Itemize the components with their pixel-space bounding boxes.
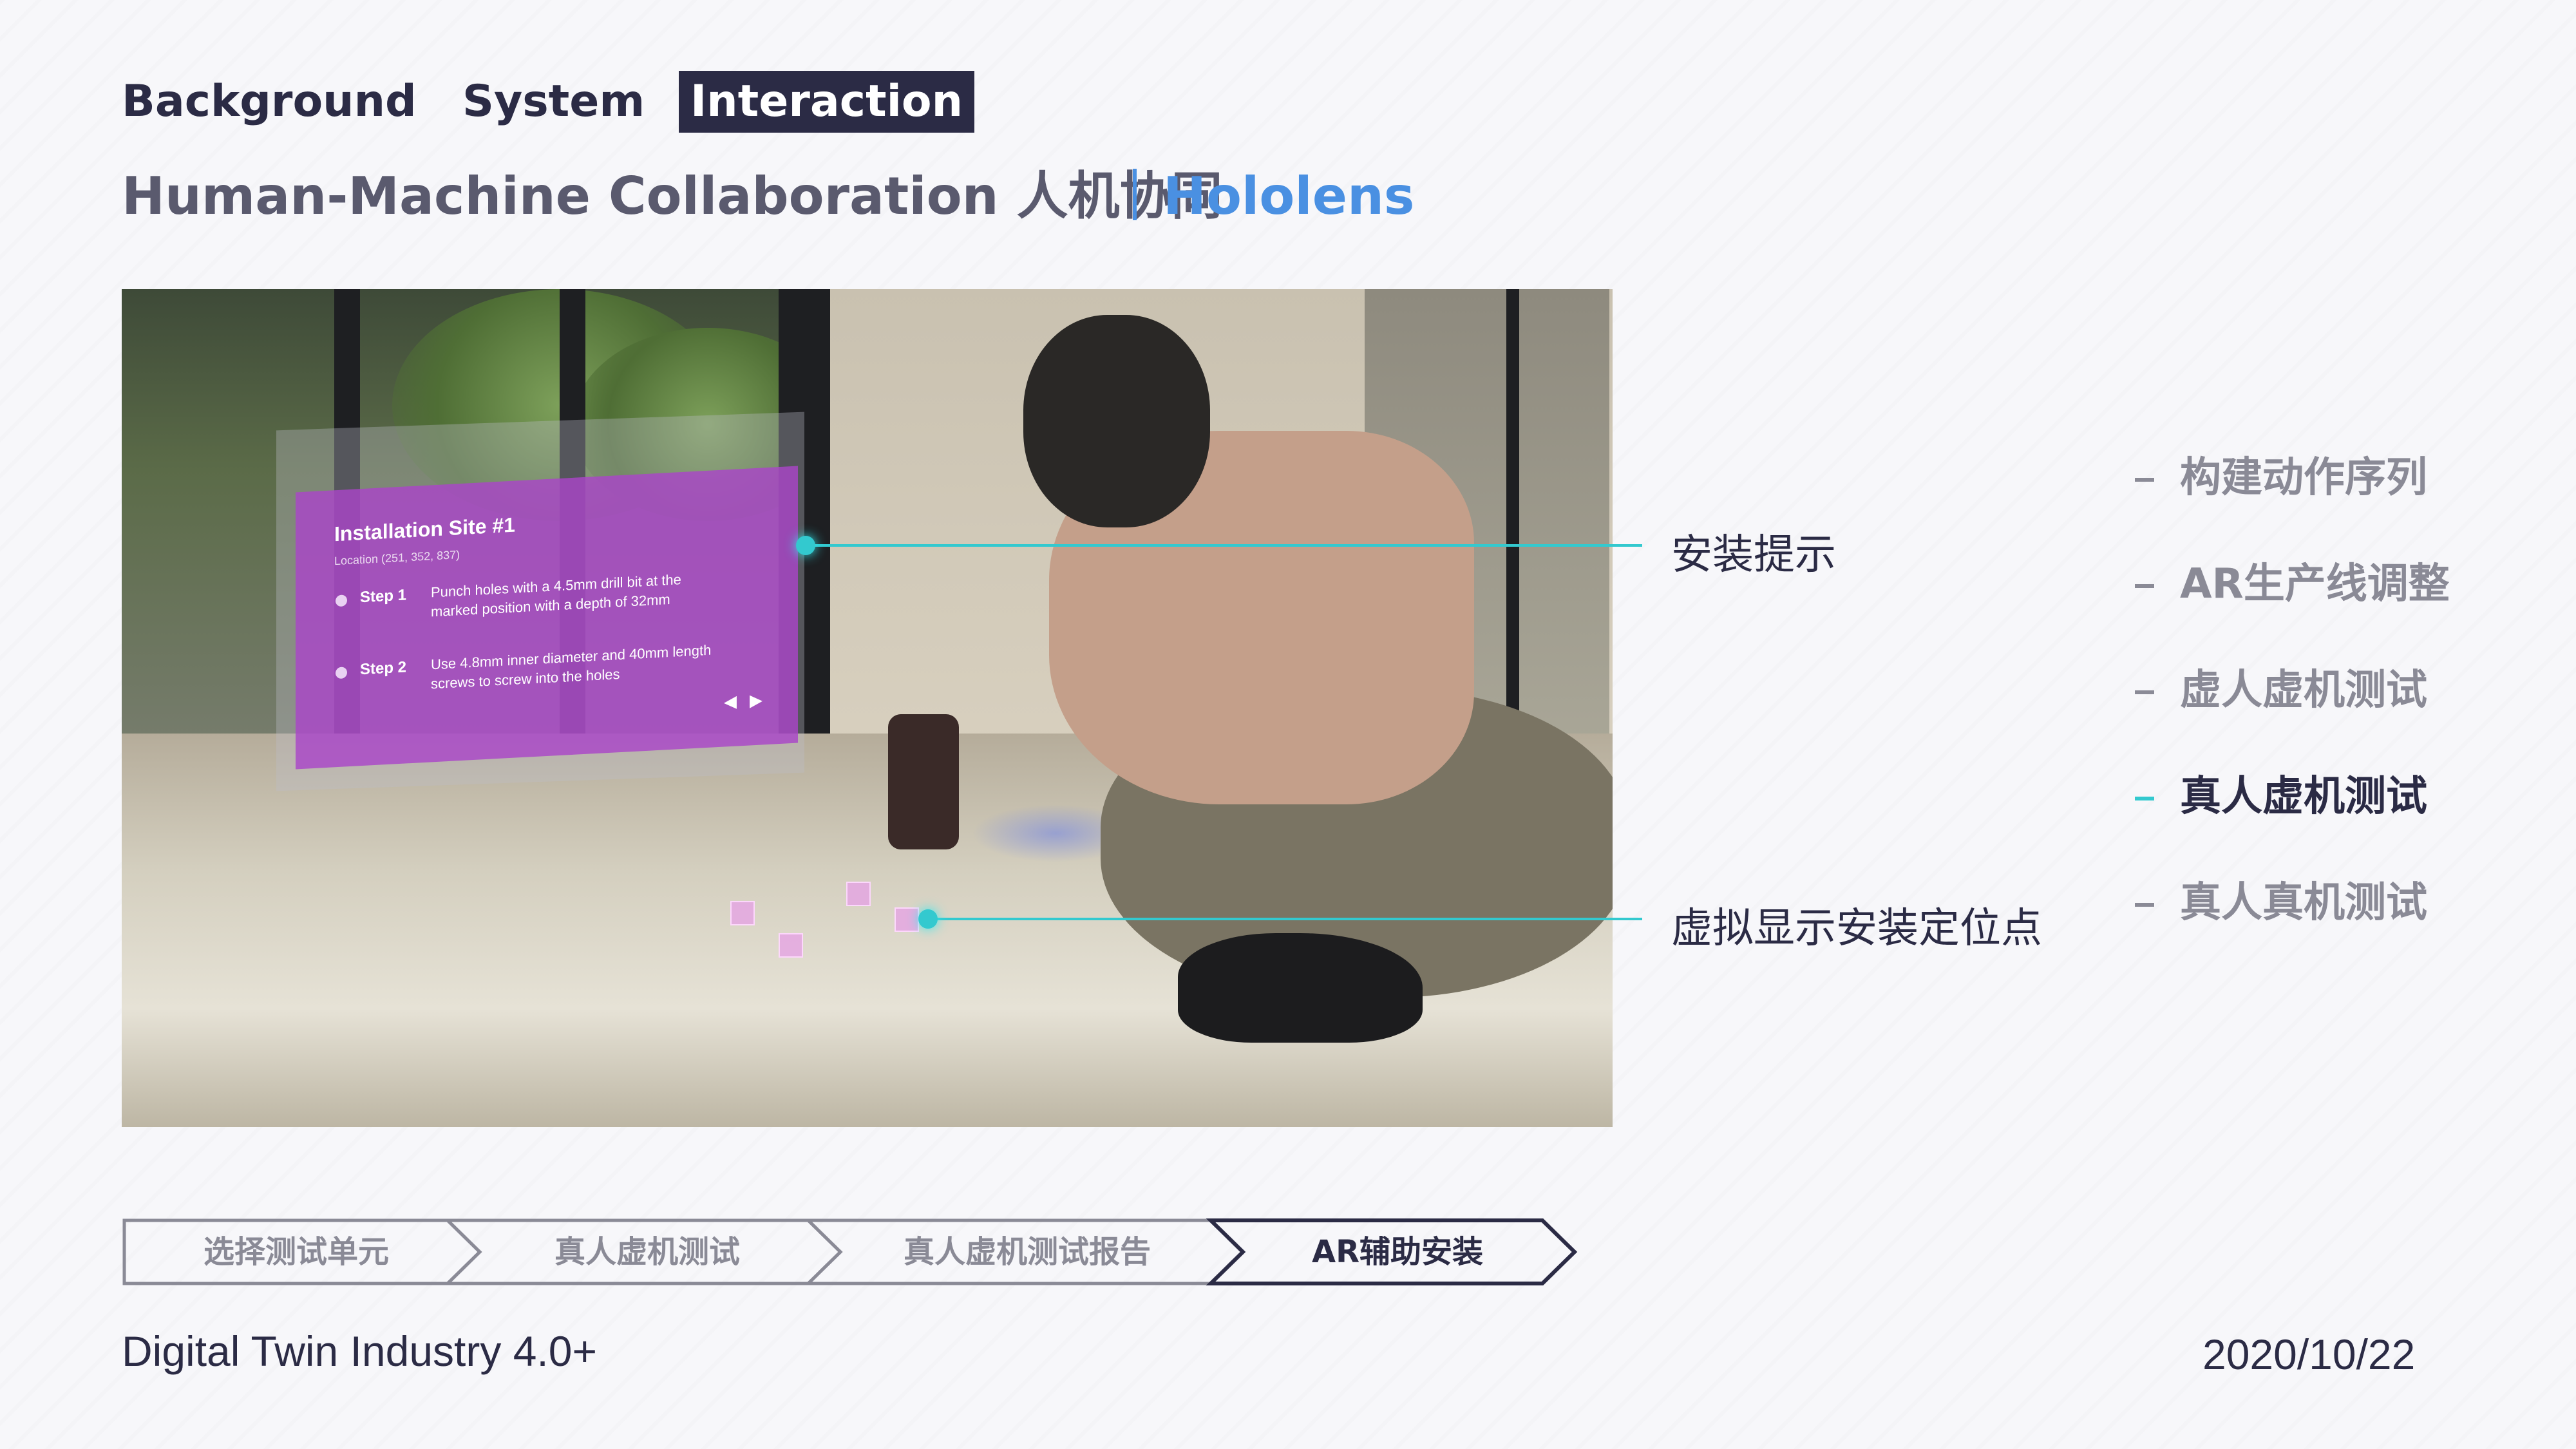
- step-ar-assisted-install[interactable]: AR辅助安装: [1246, 1218, 1549, 1285]
- ar-installation-panel: Installation Site #1 Location (251, 352,…: [296, 466, 798, 770]
- side-item-label: 真人虚机测试: [2180, 773, 2427, 820]
- side-item-label: AR生产线调整: [2180, 560, 2450, 608]
- subtitle-highlight: Hololens: [1163, 166, 1415, 226]
- tab-system[interactable]: System: [462, 71, 645, 133]
- ar-step-label: Step 1: [360, 586, 407, 607]
- callout-dot-hint: [796, 536, 815, 555]
- footer-date: 2020/10/22: [2202, 1331, 2416, 1378]
- ar-step-dot: [336, 667, 347, 679]
- side-item-real-real-test[interactable]: 真人真机测试: [2135, 877, 2427, 929]
- dash-icon: [2135, 690, 2154, 695]
- tab-interaction[interactable]: Interaction: [679, 71, 975, 133]
- callout-dot-locator: [918, 909, 938, 929]
- step-select-unit[interactable]: 选择测试单元: [135, 1218, 457, 1285]
- ar-prev-arrow-icon[interactable]: ◀: [724, 692, 737, 712]
- callout-line-locator: [927, 918, 1642, 920]
- ar-panel-location: Location (251, 352, 837): [334, 548, 460, 568]
- side-item-real-virtual-test[interactable]: 真人虚机测试: [2135, 771, 2427, 822]
- side-item-label: 构建动作序列: [2180, 454, 2427, 502]
- side-item-build-sequence[interactable]: 构建动作序列: [2135, 452, 2427, 504]
- side-item-ar-line-adjust[interactable]: AR生产线调整: [2135, 558, 2450, 610]
- callout-install-hint: 安装提示: [1671, 531, 1836, 579]
- tab-background[interactable]: Background: [122, 71, 417, 133]
- ar-panel-title: Installation Site #1: [334, 513, 515, 546]
- demo-photo: Installation Site #1 Location (251, 352,…: [122, 289, 1613, 1127]
- side-item-label: 虚人虚机测试: [2180, 667, 2427, 714]
- virtual-locator-cube: [846, 882, 871, 906]
- callout-line-hint: [805, 544, 1642, 547]
- ar-step-dot: [336, 594, 347, 607]
- ar-step-label: Step 2: [360, 658, 407, 679]
- page-subtitle: Human-Machine Collaboration 人机协同: [122, 166, 1223, 226]
- dash-icon: [2135, 903, 2154, 907]
- footer-brand: Digital Twin Industry 4.0+: [122, 1327, 597, 1375]
- step-real-virtual-test[interactable]: 真人虚机测试: [486, 1218, 808, 1285]
- side-item-label: 真人真机测试: [2180, 879, 2427, 927]
- virtual-locator-cube: [895, 907, 919, 932]
- callout-virtual-locator: 虚拟显示安装定位点: [1671, 905, 2042, 952]
- dash-icon: [2135, 478, 2154, 482]
- subtitle-divider: [1133, 169, 1137, 220]
- side-item-virtual-virtual-test[interactable]: 虚人虚机测试: [2135, 665, 2427, 716]
- virtual-locator-cube: [779, 933, 803, 958]
- photo-person-head: [1023, 315, 1210, 527]
- virtual-locator-cube: [730, 901, 755, 925]
- dash-icon: [2135, 797, 2154, 801]
- ar-next-arrow-icon[interactable]: ▶: [750, 690, 762, 710]
- ar-step-text: Use 4.8mm inner diameter and 40mm length…: [431, 641, 712, 692]
- step-real-virtual-report[interactable]: 真人虚机测试报告: [844, 1218, 1211, 1285]
- photo-drill: [888, 714, 959, 849]
- photo-shoe: [1178, 933, 1423, 1043]
- photo-door-frame: [1506, 289, 1519, 766]
- ar-step-text: Punch holes with a 4.5mm drill bit at th…: [431, 571, 681, 620]
- process-steps: 选择测试单元 真人虚机测试 真人虚机测试报告 AR辅助安装: [122, 1218, 1578, 1285]
- dash-icon: [2135, 584, 2154, 589]
